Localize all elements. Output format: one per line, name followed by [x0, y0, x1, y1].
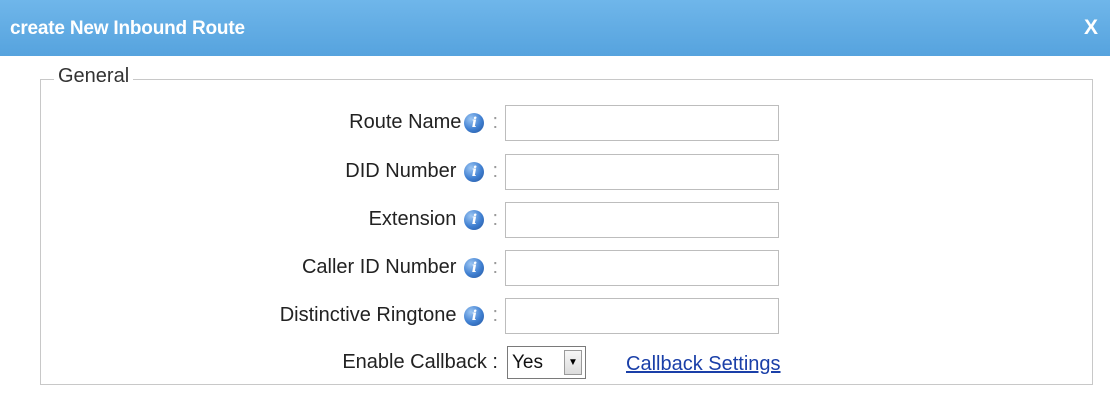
info-icon[interactable]: i	[464, 161, 485, 182]
field-colon: :	[492, 160, 498, 182]
extension-label: Extension	[368, 208, 457, 230]
field-colon: :	[492, 111, 498, 133]
did-number-row: DID Number i :	[0, 152, 1110, 192]
enable-callback-value: Yes	[512, 351, 543, 373]
did-number-label: DID Number	[345, 160, 457, 182]
caller-id-number-row: Caller ID Number i :	[0, 248, 1110, 288]
general-legend: General	[54, 65, 134, 88]
did-number-input[interactable]	[505, 154, 779, 190]
enable-callback-select[interactable]: Yes ▼	[507, 346, 586, 379]
info-icon[interactable]: i	[464, 112, 485, 133]
distinctive-ringtone-row: Distinctive Ringtone i :	[0, 296, 1110, 336]
distinctive-ringtone-input[interactable]	[505, 298, 779, 334]
extension-input[interactable]	[505, 202, 779, 238]
dialog-titlebar: create New Inbound Route X	[0, 0, 1110, 56]
info-icon[interactable]: i	[464, 257, 485, 278]
enable-callback-row: Enable Callback : Yes ▼ Callback Setting…	[0, 343, 1110, 383]
info-icon[interactable]: i	[464, 209, 485, 230]
enable-callback-label: Enable Callback :	[342, 351, 498, 373]
route-name-input[interactable]	[505, 105, 779, 141]
caller-id-number-label: Caller ID Number	[301, 256, 457, 278]
field-colon: :	[492, 304, 498, 326]
close-button[interactable]: X	[1084, 16, 1098, 40]
extension-row: Extension i :	[0, 200, 1110, 240]
dialog-title: create New Inbound Route	[10, 18, 245, 39]
callback-settings-link[interactable]: Callback Settings	[626, 353, 781, 376]
distinctive-ringtone-label: Distinctive Ringtone	[279, 304, 457, 326]
create-inbound-route-dialog: create New Inbound Route X General Route…	[0, 0, 1110, 398]
field-colon: :	[492, 256, 498, 278]
chevron-down-icon[interactable]: ▼	[564, 350, 582, 375]
route-name-label: Route Name	[349, 111, 462, 133]
field-colon: :	[492, 208, 498, 230]
route-name-row: Route Name i :	[0, 103, 1110, 143]
caller-id-number-input[interactable]	[505, 250, 779, 286]
info-icon[interactable]: i	[464, 305, 485, 326]
